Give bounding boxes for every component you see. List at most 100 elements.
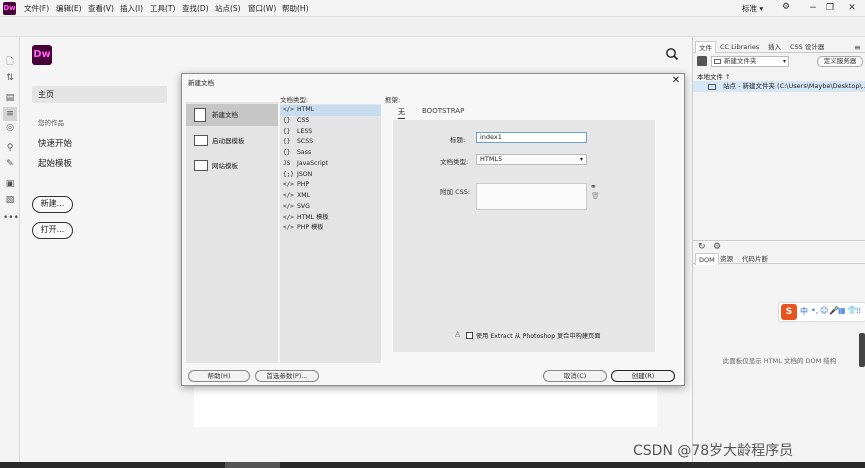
- quick-start-link[interactable]: 快速开始: [38, 137, 72, 149]
- home-nav-item[interactable]: 主页: [32, 86, 167, 103]
- doctype-label: 文档类型:: [440, 158, 469, 166]
- new-button[interactable]: 新建...: [32, 196, 73, 213]
- title-input[interactable]: index1: [476, 132, 587, 143]
- document-icon: [194, 108, 206, 122]
- template-icon: [194, 135, 208, 146]
- category-label: 网站模板: [212, 162, 238, 170]
- doc-type-less[interactable]: {} LESS: [280, 127, 381, 138]
- starter-templates-link[interactable]: 起始模板: [38, 157, 72, 169]
- grid-icon[interactable]: ⁞⁞: [856, 306, 861, 315]
- target-icon[interactable]: ◎: [3, 121, 17, 135]
- doc-type-php-template[interactable]: </> PHP 模板: [280, 223, 381, 234]
- ime-toolbar: S 中 •, ☺ 🎤 ▦ 👕 ⁞⁞: [779, 303, 865, 321]
- link-icon[interactable]: ⚭: [590, 182, 597, 191]
- sogou-logo[interactable]: S: [781, 304, 797, 320]
- menu-site[interactable]: 站点(S): [215, 3, 241, 14]
- attach-css-label: 附加 CSS:: [440, 188, 471, 196]
- doc-type-sass[interactable]: {} Sass: [280, 148, 381, 159]
- more-icon[interactable]: •••: [3, 211, 19, 225]
- keyboard-icon[interactable]: ▦: [838, 306, 846, 315]
- dw-logo: Dw: [32, 45, 52, 65]
- tree-icon[interactable]: ⚲: [3, 141, 17, 155]
- category-new-document[interactable]: 新建文档: [186, 104, 278, 126]
- category-label: 启动器模板: [212, 137, 245, 145]
- menu-edit[interactable]: 编辑(E): [56, 3, 82, 14]
- trash-icon[interactable]: 🗑: [591, 192, 600, 200]
- chevron-down-icon: ▾: [782, 58, 786, 65]
- help-button[interactable]: 帮助(H): [188, 370, 250, 382]
- connect-icon[interactable]: ⚙: [713, 242, 721, 252]
- code-icon: </>: [283, 192, 294, 199]
- category-starter-templates[interactable]: 启动器模板: [186, 130, 278, 152]
- right-panel: 文件 CC Libraries 插入 CSS 设计器 ≡ 新建文件夹 ▾ 定义服…: [692, 37, 865, 468]
- doc-type-css[interactable]: {} CSS: [280, 116, 381, 127]
- braces-icon: {}: [283, 117, 291, 124]
- framework-tab-none[interactable]: 无: [398, 107, 405, 119]
- doctype-select[interactable]: HTML5 ▾: [476, 154, 587, 165]
- local-files-header[interactable]: 本地文件 ↑: [697, 71, 731, 81]
- comment-icon[interactable]: ▣: [3, 177, 17, 191]
- brush-icon[interactable]: ✎: [3, 157, 17, 171]
- doc-type-php[interactable]: </> PHP: [280, 180, 381, 191]
- doc-type-scss[interactable]: {} SCSS: [280, 137, 381, 148]
- tab-dom[interactable]: DOM: [695, 253, 719, 265]
- files-footer: ↻ ⚙: [693, 240, 865, 252]
- site-icon[interactable]: [697, 56, 707, 66]
- define-server-button[interactable]: 定义服务器: [817, 56, 863, 67]
- tab-snippets[interactable]: 代码片断: [739, 253, 771, 265]
- cancel-button[interactable]: 取消(C): [543, 370, 607, 382]
- doc-type-svg[interactable]: </> SVG: [280, 202, 381, 213]
- tab-css-designer[interactable]: CSS 设计器: [787, 41, 827, 53]
- smile-icon[interactable]: ☺: [820, 306, 828, 315]
- js-icon: JS: [283, 160, 291, 167]
- search-icon[interactable]: [665, 47, 679, 61]
- minimize-icon[interactable]: −: [805, 1, 821, 15]
- menu-insert[interactable]: 插入(I): [120, 3, 143, 14]
- framework-tab-bootstrap[interactable]: BOOTSTRAP: [422, 107, 464, 115]
- refresh-icon[interactable]: ↻: [698, 242, 706, 252]
- panel-menu-icon[interactable]: ≡: [854, 43, 861, 52]
- doc-type-xml[interactable]: </> XML: [280, 191, 381, 202]
- tab-assets[interactable]: 资源: [717, 253, 736, 265]
- file-icon[interactable]: 🗋: [3, 55, 17, 69]
- ime-punctuation[interactable]: •,: [811, 306, 818, 315]
- doc-type-html-template[interactable]: </> HTML 模板: [280, 213, 381, 224]
- ime-chinese-mode[interactable]: 中: [800, 306, 808, 317]
- sort-icon[interactable]: ⇅: [3, 71, 17, 85]
- doc-type-javascript[interactable]: JS JavaScript: [280, 159, 381, 170]
- site-tree-row[interactable]: 站点 - 新建文件夹 (C:\Users\Maybe\Desktop\...: [693, 81, 865, 92]
- snippet-icon[interactable]: ▧: [3, 193, 17, 207]
- menu-file[interactable]: 文件(F): [24, 3, 49, 14]
- extract-checkbox[interactable]: [466, 332, 473, 339]
- code-format-icon[interactable]: ≡: [3, 107, 17, 121]
- menu-help[interactable]: 帮助(H): [282, 3, 309, 14]
- workspace-switcher[interactable]: 标准 ▾: [742, 3, 763, 14]
- preferences-button[interactable]: 首选参数(P)...: [255, 370, 319, 382]
- code-icon: </>: [283, 203, 294, 210]
- menu-view[interactable]: 查看(V): [88, 3, 114, 14]
- doc-type-json[interactable]: {;} JSON: [280, 170, 381, 181]
- tab-cc-libraries[interactable]: CC Libraries: [717, 41, 762, 53]
- attach-css-list[interactable]: [476, 183, 587, 210]
- drag-handle[interactable]: [859, 333, 865, 367]
- folder-icon: [708, 84, 716, 90]
- create-button[interactable]: 创建(R): [611, 370, 675, 382]
- sync-settings-icon[interactable]: ⚙: [782, 2, 790, 12]
- code-icon: </>: [283, 181, 294, 188]
- preview-icon[interactable]: ▤: [3, 91, 17, 105]
- menu-find[interactable]: 查找(D): [182, 3, 209, 14]
- new-document-dialog: 新建文档 ✕ 新建文档 启动器模板 网站模板 文档类型: </> HTML {} C…: [181, 73, 685, 386]
- category-site-templates[interactable]: 网站模板: [186, 155, 278, 177]
- menu-window[interactable]: 窗口(W): [248, 3, 276, 14]
- menu-tools[interactable]: 工具(T): [150, 3, 175, 14]
- site-folder-select[interactable]: 新建文件夹 ▾: [711, 56, 789, 67]
- site-row-label: 站点 - 新建文件夹 (C:\Users\Maybe\Desktop\...: [723, 82, 865, 90]
- open-button[interactable]: 打开...: [32, 222, 73, 239]
- status-bar-segment: [225, 462, 280, 468]
- close-icon[interactable]: ✕: [670, 75, 682, 87]
- restore-icon[interactable]: ❐: [822, 1, 838, 15]
- tab-files[interactable]: 文件: [695, 41, 716, 53]
- doc-type-html[interactable]: </> HTML: [280, 105, 381, 116]
- close-window-icon[interactable]: ✕: [844, 1, 860, 15]
- tab-insert[interactable]: 插入: [765, 41, 784, 53]
